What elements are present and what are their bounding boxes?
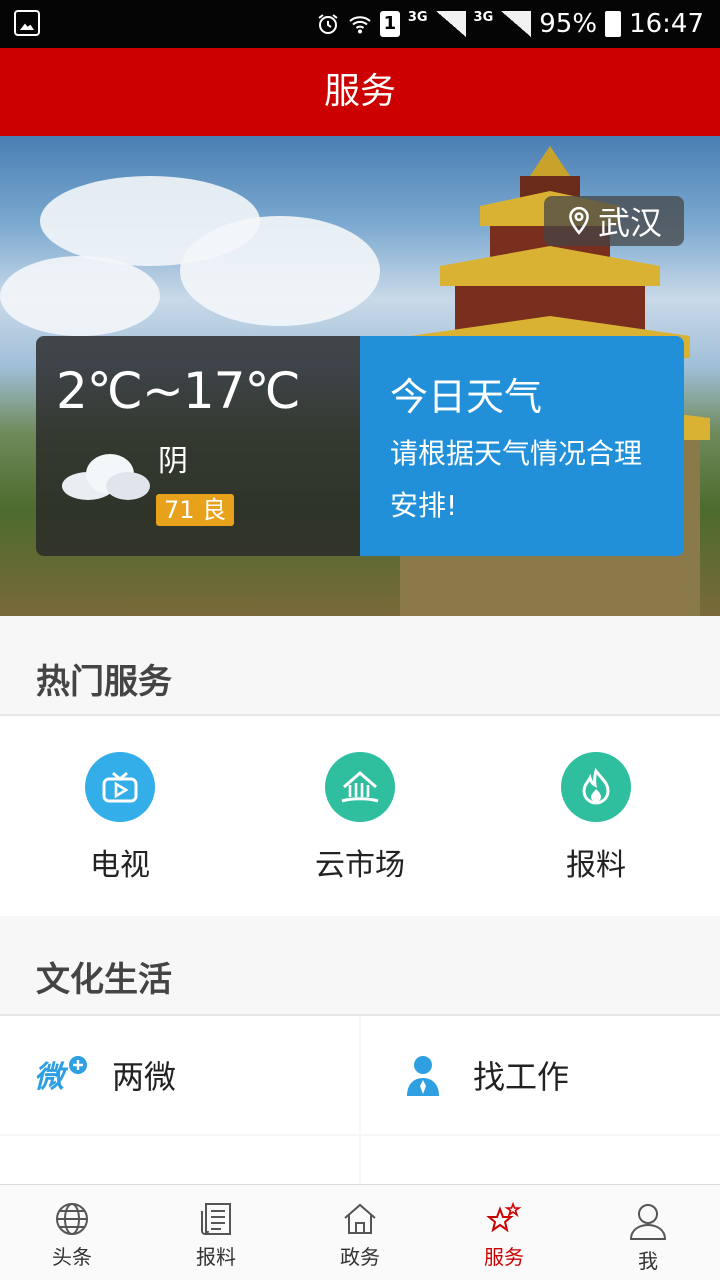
cloud-decoration bbox=[180, 216, 380, 326]
aqi-badge: 71 良 bbox=[156, 494, 235, 526]
clock: 16:47 bbox=[629, 9, 704, 39]
location-selector[interactable]: 武汉 bbox=[544, 196, 684, 246]
temperature-range: 2℃~17℃ bbox=[56, 362, 301, 420]
svg-text:微: 微 bbox=[34, 1060, 69, 1095]
nav-label: 我 bbox=[638, 1249, 658, 1273]
battery-percent: 95% bbox=[539, 9, 598, 39]
hot-services-grid: 电视 云市场 报料 bbox=[0, 716, 720, 916]
newspaper-icon bbox=[201, 1203, 231, 1235]
culture-item-jobs[interactable]: 找工作 bbox=[361, 1016, 720, 1134]
gallery-notification-icon bbox=[14, 10, 40, 36]
weather-tip-card[interactable]: 今日天气 请根据天气情况合理安排! bbox=[360, 336, 684, 556]
person-icon bbox=[393, 1050, 453, 1100]
fire-icon bbox=[561, 752, 631, 822]
culture-item-weibo[interactable]: 微 两微 bbox=[0, 1016, 359, 1134]
nav-label: 服务 bbox=[484, 1245, 524, 1269]
sim-icon: 1 bbox=[379, 11, 400, 37]
battery-icon bbox=[605, 11, 622, 37]
section-title-culture: 文化生活 bbox=[36, 960, 172, 1000]
status-bar: 1 3G 3G 95% 16:47 bbox=[0, 0, 720, 48]
location-pin-icon bbox=[569, 206, 589, 235]
nav-item-me[interactable]: 我 bbox=[576, 1185, 720, 1280]
globe-icon bbox=[56, 1203, 88, 1235]
nav-item-headlines[interactable]: 头条 bbox=[0, 1185, 144, 1280]
network-type: 3G bbox=[407, 10, 428, 25]
tv-icon bbox=[85, 752, 155, 822]
signal-icon-2 bbox=[501, 11, 532, 37]
hot-service-report[interactable]: 报料 bbox=[476, 716, 716, 916]
hot-service-label: 电视 bbox=[90, 848, 150, 883]
cloud-decoration bbox=[0, 256, 160, 336]
weather-card[interactable]: 2℃~17℃ 阴 71 良 bbox=[36, 336, 360, 556]
home-icon bbox=[344, 1203, 376, 1234]
tip-text: 请根据天气情况合理安排! bbox=[390, 437, 643, 522]
nav-label: 报料 bbox=[196, 1245, 236, 1269]
user-icon bbox=[629, 1204, 667, 1240]
weibo-plus-icon: 微 bbox=[32, 1050, 92, 1100]
nav-item-report[interactable]: 报料 bbox=[144, 1185, 288, 1280]
page-title: 服务 bbox=[0, 48, 720, 136]
culture-item-label: 找工作 bbox=[473, 1058, 570, 1096]
status-icons: 1 3G 3G 95% 16:47 bbox=[316, 0, 704, 48]
cloud-market-icon bbox=[325, 752, 395, 822]
bottom-nav: 头条 报料 政务 服务 我 bbox=[0, 1184, 720, 1280]
wifi-icon bbox=[349, 16, 371, 34]
weather-condition: 阴 bbox=[158, 444, 188, 479]
weather-banner: 武汉 2℃~17℃ 阴 71 良 今日天气 请根据天气情况合理安排! bbox=[0, 136, 720, 616]
nav-item-government[interactable]: 政务 bbox=[288, 1185, 432, 1280]
culture-item-label: 两微 bbox=[112, 1058, 177, 1096]
location-label: 武汉 bbox=[597, 204, 662, 242]
nav-item-services[interactable]: 服务 bbox=[432, 1185, 576, 1280]
section-title-hot: 热门服务 bbox=[36, 662, 172, 702]
alarm-icon bbox=[318, 14, 338, 34]
hot-service-label: 报料 bbox=[566, 848, 626, 883]
network-type-2: 3G bbox=[473, 10, 494, 25]
nav-label: 头条 bbox=[52, 1245, 92, 1269]
stars-icon bbox=[486, 1201, 522, 1233]
cloudy-icon bbox=[62, 454, 150, 500]
hot-service-label: 云市场 bbox=[315, 848, 405, 883]
nav-label: 政务 bbox=[340, 1245, 380, 1269]
hot-service-tv[interactable]: 电视 bbox=[0, 716, 240, 916]
tip-title: 今日天气 bbox=[390, 375, 543, 419]
signal-icon bbox=[435, 11, 466, 37]
hot-service-cloud-market[interactable]: 云市场 bbox=[240, 716, 480, 916]
